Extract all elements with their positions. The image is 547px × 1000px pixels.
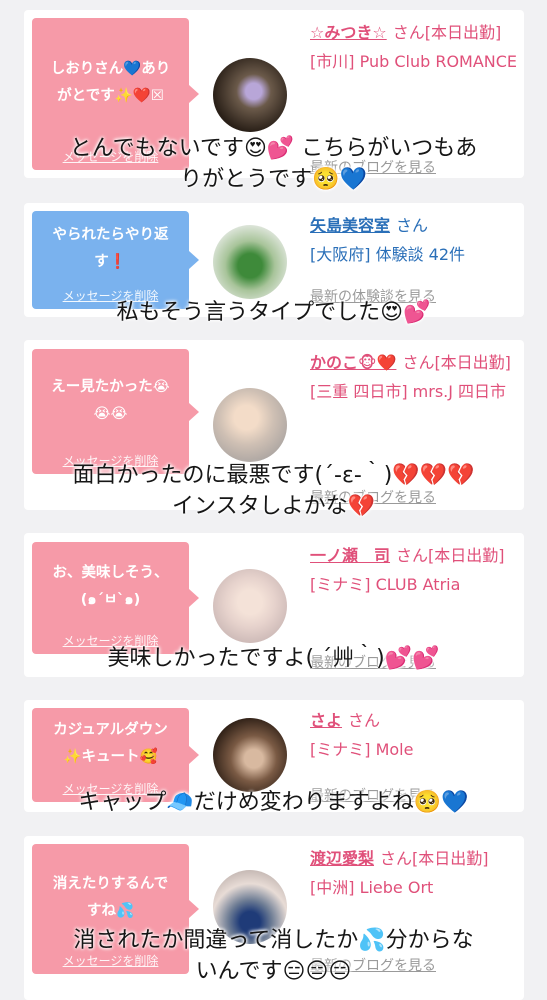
user-location: [市川] Pub Club ROMANCE xyxy=(310,52,518,71)
user-location: [大阪府] 体験談 42件 xyxy=(310,245,466,264)
message-bubble: えー見たかった😭 😭😭 メッセージを削除 xyxy=(32,349,199,474)
user-name-link[interactable]: かのこ🐵❤️ xyxy=(310,353,396,372)
user-location: [中洲] Liebe Ort xyxy=(310,878,434,897)
message-text: えー見たかった😭 😭😭 xyxy=(51,378,170,422)
user-status: さん[本日出勤] xyxy=(392,23,502,42)
reply-caption: 消されたか間違って消したか💦分からな いんです😑😑😑 xyxy=(73,928,474,984)
avatar[interactable] xyxy=(213,569,287,643)
user-location: [ミナミ] Mole xyxy=(310,740,414,759)
reply-caption: とんでもないです😍💕 こちらがいつもあ りがとうです🥺💙 xyxy=(69,136,478,192)
user-status: さん xyxy=(348,711,381,730)
reply-caption: 面白かったのに最悪です(´-ε-｀)💔💔💔 インスタしよかな💔 xyxy=(72,463,475,519)
avatar[interactable] xyxy=(213,225,287,299)
message-bubble: やられたらやり返 す❗ メッセージを削除 xyxy=(32,211,199,309)
reply-caption: キャップ🧢だけめ変わりますよね🥺💙 xyxy=(78,790,469,815)
message-text: カジュアルダウン ✨キュート🥰 xyxy=(53,722,168,765)
user-status: さん[本日出勤] xyxy=(402,353,511,372)
user-status: さん xyxy=(396,216,429,235)
user-name-link[interactable]: 渡辺愛梨 xyxy=(310,849,374,868)
avatar[interactable] xyxy=(213,718,287,792)
user-location: [三重 四日市] mrs.J 四日市 xyxy=(310,382,507,401)
avatar[interactable] xyxy=(213,58,287,132)
message-text: しおりさん💙あり がとです✨❤️☒ xyxy=(50,61,171,104)
message-bubble: お、美味しそう、 (๑´ㅂ`๑) メッセージを削除 xyxy=(32,542,199,654)
user-location: [ミナミ] CLUB Atria xyxy=(310,575,461,594)
user-name-link[interactable]: ☆みつき☆ xyxy=(310,23,387,42)
avatar[interactable] xyxy=(213,388,287,462)
user-name-link[interactable]: さよ xyxy=(310,711,342,730)
message-text: お、美味しそう、 (๑´ㅂ`๑) xyxy=(52,565,169,608)
user-status: さん[本日出勤] xyxy=(380,849,489,868)
user-name-link[interactable]: 矢島美容室 xyxy=(310,216,390,235)
reply-caption: 美味しかったですよ( ´艸｀)💕💕 xyxy=(107,646,440,671)
user-status: さん[本日出勤] xyxy=(396,546,505,565)
reply-caption: 私もそう言うタイプでした😍💕 xyxy=(116,300,431,325)
user-name-link[interactable]: 一ノ瀬 司 xyxy=(310,546,390,565)
message-text: やられたらやり返 す❗ xyxy=(52,227,169,270)
